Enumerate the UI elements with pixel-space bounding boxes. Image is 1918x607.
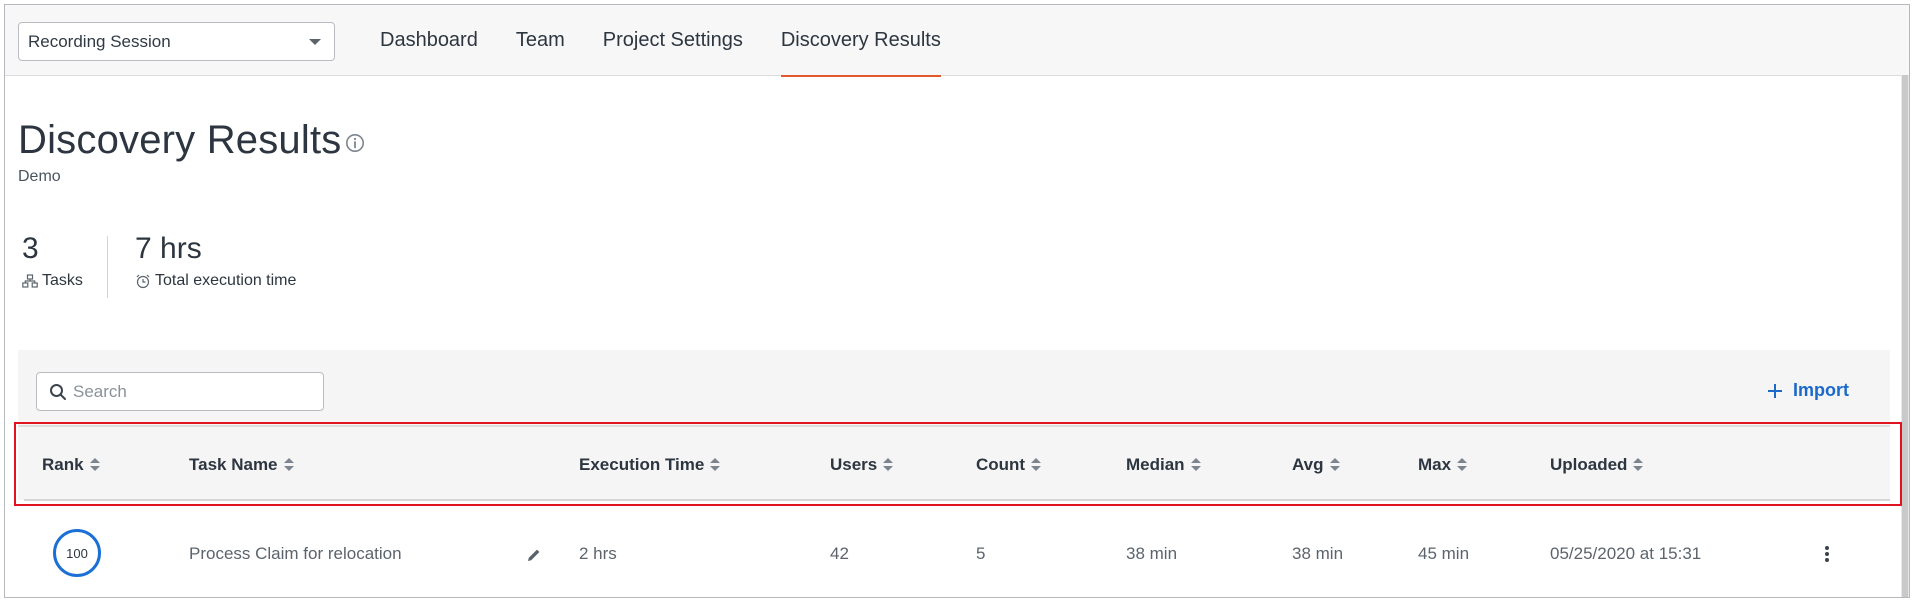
search-input[interactable] [73,381,303,402]
column-header-avg[interactable]: Avg [1292,455,1340,475]
stat-tasks: 3 Tasks [22,232,83,290]
kebab-dot [1825,552,1829,556]
rank-badge: 100 [53,529,101,577]
column-label: Avg [1292,455,1324,474]
info-circle-icon[interactable] [345,133,365,153]
column-label: Users [830,455,878,474]
plus-icon [1768,383,1782,398]
column-header-median[interactable]: Median [1126,455,1201,475]
import-button[interactable]: Import [1767,380,1849,401]
column-header-task-name[interactable]: Task Name [189,455,294,475]
column-label: Task Name [189,455,278,474]
cell-execution-time: 2 hrs [579,544,617,563]
sort-icon [89,458,100,472]
cell-count: 5 [976,544,986,563]
tab-discovery-results[interactable]: Discovery Results [780,5,941,77]
cell-task-name[interactable]: Process Claim for relocation [189,544,402,564]
scrollbar-thumb[interactable] [1902,75,1908,597]
alarm-clock-icon [136,274,150,289]
pencil-icon[interactable] [526,547,542,563]
top-nav: Recording Session Dashboard Team Project… [5,5,1909,77]
search-icon [50,383,66,400]
tab-dashboard[interactable]: Dashboard [380,5,478,76]
column-header-count[interactable]: Count [976,455,1042,475]
sort-icon [1633,458,1644,472]
page-title: Discovery Results [18,118,342,162]
page-subtitle: Demo [18,168,61,185]
tab-label: Project Settings [602,29,743,51]
stat-value: 3 [22,232,39,265]
cell-users: 42 [830,544,849,563]
cell-uploaded: 05/25/2020 at 15:31 [1550,544,1702,563]
column-label: Count [976,455,1026,474]
sort-icon [1190,458,1201,472]
cell-max: 45 min [1418,544,1470,563]
column-header-uploaded[interactable]: Uploaded [1550,455,1644,475]
kebab-dot [1825,546,1829,550]
chevron-down-icon [309,39,321,45]
app-window: Recording Session Dashboard Team Project… [4,4,1910,598]
stat-label: Tasks [42,272,83,289]
stat-label-row: Total execution time [135,272,296,290]
tab-label: Dashboard [380,29,478,51]
tab-label: Team [515,29,565,51]
stat-divider [107,236,108,298]
import-label: Import [1793,380,1849,400]
column-label: Rank [42,455,84,474]
project-select-value: Recording Session [28,31,171,51]
tasks-icon [22,274,38,288]
tab-project-settings[interactable]: Project Settings [603,5,743,76]
search-field[interactable] [36,372,324,411]
tab-bar: Dashboard Team Project Settings Discover… [380,5,979,77]
column-label: Median [1126,455,1185,474]
project-select[interactable]: Recording Session [18,22,335,61]
column-label: Max [1418,455,1452,474]
stat-label: Total execution time [155,272,297,289]
column-header-rank[interactable]: Rank [42,455,100,475]
sort-icon [883,458,894,472]
kebab-dot [1825,558,1829,562]
cell-median: 38 min [1126,544,1178,563]
sort-icon [1329,458,1340,472]
cell-avg: 38 min [1292,544,1344,563]
column-header-execution-time[interactable]: Execution Time [579,455,721,475]
stat-label-row: Tasks [22,272,83,290]
sort-icon [710,458,721,472]
more-options-icon[interactable] [1822,544,1832,564]
sort-icon [1031,458,1042,472]
tab-label: Discovery Results [780,29,941,51]
column-label: Uploaded [1550,455,1628,474]
column-header-users[interactable]: Users [830,455,894,475]
tab-team[interactable]: Team [516,5,565,76]
divider [24,499,1890,501]
sort-icon [1457,458,1468,472]
column-label: Execution Time [579,455,705,474]
sort-icon [283,458,294,472]
column-header-max[interactable]: Max [1418,455,1468,475]
stat-execution-time: 7 hrs Total execution time [135,232,296,290]
stat-value: 7 hrs [135,232,202,265]
